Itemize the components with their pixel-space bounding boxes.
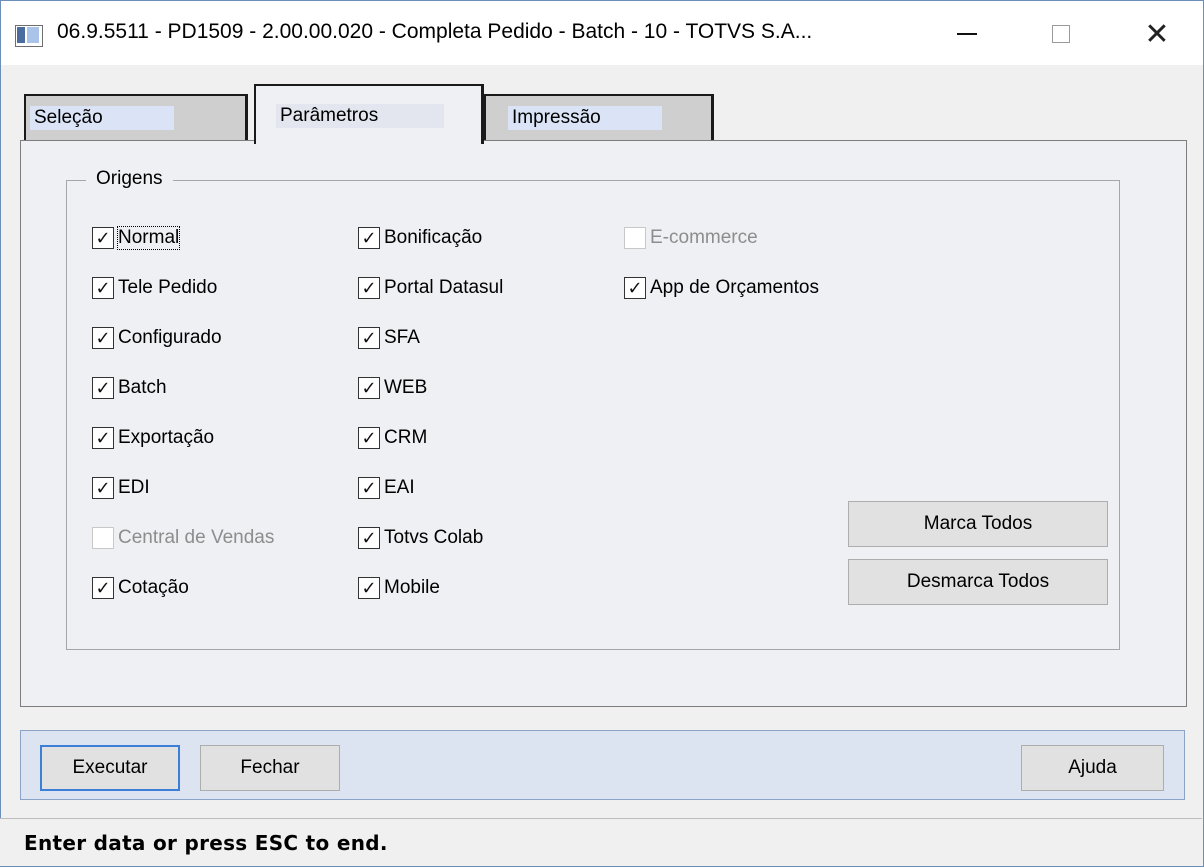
executar-button[interactable]: Executar [40,745,180,791]
checkbox-sfa[interactable]: ✓ SFA [358,324,420,352]
tab-label: Parâmetros [276,104,444,128]
button-bar [20,730,1185,800]
checkbox-box[interactable]: ✓ [92,227,114,249]
checkbox-box[interactable]: ✓ [358,377,380,399]
checkbox-eai[interactable]: ✓ EAI [358,474,415,502]
checkbox-label: Tele Pedido [118,277,218,298]
tab-impressao[interactable]: Impressão [484,94,714,140]
origens-legend: Origens [86,168,173,190]
tab-label: Seleção [30,106,174,130]
tab-label: Impressão [508,106,662,130]
checkbox-label: Portal Datasul [384,277,504,298]
checkbox-box[interactable]: ✓ [358,427,380,449]
checkbox-label: SFA [384,327,420,348]
status-text: Enter data or press ESC to end. [24,831,388,855]
checkbox-label: EAI [384,477,415,498]
checkbox-box[interactable]: ✓ [92,427,114,449]
checkbox-box[interactable]: ✓ [92,577,114,599]
checkbox-box[interactable]: ✓ [358,227,380,249]
checkbox-box[interactable]: ✓ [92,277,114,299]
close-icon: ✕ [1144,17,1170,51]
checkbox-box[interactable]: ✓ [92,377,114,399]
checkbox-exportacao[interactable]: ✓ Exportação [92,424,214,452]
marca-todos-button[interactable]: Marca Todos [848,501,1108,547]
checkbox-totvs-colab[interactable]: ✓ Totvs Colab [358,524,483,552]
checkbox-portal-datasul[interactable]: ✓ Portal Datasul [358,274,503,302]
checkbox-box[interactable]: ✓ [358,577,380,599]
checkbox-box[interactable] [624,227,646,249]
ajuda-button[interactable]: Ajuda [1021,745,1164,791]
minimize-button[interactable] [937,11,997,57]
checkbox-label: Totvs Colab [384,527,484,548]
checkbox-box[interactable]: ✓ [358,277,380,299]
checkbox-label: WEB [384,377,428,398]
checkbox-e-commerce[interactable]: E-commerce [624,224,758,252]
checkbox-tele-pedido[interactable]: ✓ Tele Pedido [92,274,217,302]
checkbox-box[interactable]: ✓ [358,477,380,499]
app-icon[interactable] [15,25,43,47]
close-button[interactable]: ✕ [1127,11,1187,57]
checkbox-label: Exportação [118,427,215,448]
checkbox-configurado[interactable]: ✓ Configurado [92,324,222,352]
checkbox-web[interactable]: ✓ WEB [358,374,427,402]
tab-selecao[interactable]: Seleção [24,94,248,140]
checkbox-crm[interactable]: ✓ CRM [358,424,427,452]
checkbox-box[interactable]: ✓ [358,527,380,549]
maximize-icon [1052,25,1070,43]
checkbox-edi[interactable]: ✓ EDI [92,474,150,502]
checkbox-label: EDI [118,477,150,498]
checkbox-label: Mobile [384,577,440,598]
minimize-icon [957,33,977,35]
checkbox-label: Bonificação [384,227,483,248]
title-bar: 06.9.5511 - PD1509 - 2.00.00.020 - Compl… [1,1,1203,65]
tab-parametros[interactable]: Parâmetros [254,84,484,144]
checkbox-label: App de Orçamentos [650,277,819,298]
checkbox-cotacao[interactable]: ✓ Cotação [92,574,189,602]
checkbox-label: Batch [118,377,167,398]
maximize-button[interactable] [1031,11,1091,57]
checkbox-batch[interactable]: ✓ Batch [92,374,167,402]
checkbox-box[interactable]: ✓ [92,327,114,349]
checkbox-box[interactable]: ✓ [92,477,114,499]
checkbox-app-de-orcamentos[interactable]: ✓ App de Orçamentos [624,274,819,302]
checkbox-normal[interactable]: ✓ Normal [92,224,181,252]
checkbox-label: Cotação [118,577,189,598]
checkbox-label: Normal [116,226,181,250]
checkbox-mobile[interactable]: ✓ Mobile [358,574,440,602]
checkbox-label: CRM [384,427,428,448]
desmarca-todos-button[interactable]: Desmarca Todos [848,559,1108,605]
checkbox-box[interactable]: ✓ [624,277,646,299]
checkbox-label: Configurado [118,327,222,348]
checkbox-box[interactable] [92,527,114,549]
fechar-button[interactable]: Fechar [200,745,340,791]
checkbox-box[interactable]: ✓ [358,327,380,349]
checkbox-central-de-vendas[interactable]: Central de Vendas [92,524,274,552]
checkbox-label: Central de Vendas [118,527,275,548]
window-title: 06.9.5511 - PD1509 - 2.00.00.020 - Compl… [57,20,813,43]
status-bar: Enter data or press ESC to end. [0,818,1202,866]
checkbox-bonificacao[interactable]: ✓ Bonificação [358,224,482,252]
checkbox-label: E-commerce [650,227,758,248]
